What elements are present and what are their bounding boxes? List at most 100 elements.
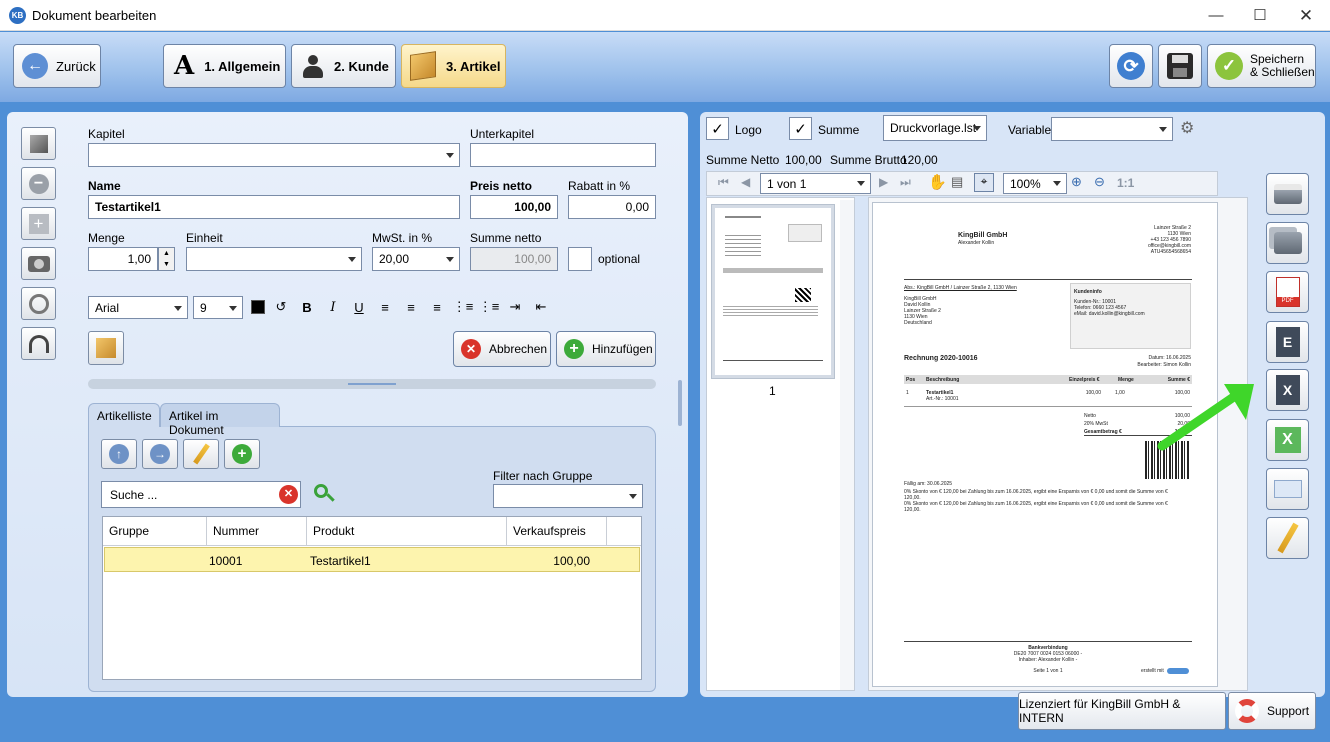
article-image-button[interactable] [88, 331, 124, 365]
align-left-button[interactable]: ≡ [374, 296, 396, 318]
select-tool-icon[interactable]: ▤ [951, 174, 963, 190]
support-headset-button[interactable] [21, 327, 56, 360]
name-input[interactable]: Testartikel1 [88, 195, 460, 219]
indent-button[interactable]: ⇥ [504, 296, 526, 318]
edit-document-button[interactable] [1266, 517, 1309, 559]
pdf-export-button[interactable]: PDF [1266, 271, 1309, 313]
menge-stepper[interactable]: ▲ ▼ [158, 247, 175, 271]
bold-button[interactable]: B [296, 296, 318, 318]
filter-label: Filter nach Gruppe [493, 469, 593, 483]
cancel-button[interactable]: ✕ Abbrechen [453, 331, 551, 367]
zoom-select[interactable]: 100% [1003, 173, 1067, 194]
search-input[interactable]: Suche ... [101, 481, 301, 508]
search-icon[interactable] [314, 484, 335, 502]
previous-page-icon[interactable]: ◀ [741, 175, 750, 189]
tab-artikel-im-dokument[interactable]: Artikel im Dokument [160, 403, 280, 437]
text-color-button[interactable] [247, 296, 269, 318]
minimize-button[interactable]: — [1193, 0, 1239, 31]
last-page-icon[interactable]: ⏭ [900, 175, 911, 190]
maximize-button[interactable]: ☐ [1237, 0, 1283, 31]
print-button[interactable] [1266, 173, 1309, 215]
column-header-nummer[interactable]: Nummer [207, 517, 307, 546]
preis-input[interactable]: 100,00 [470, 195, 558, 219]
hand-tool-icon[interactable]: ✋ [928, 173, 947, 191]
einheit-select[interactable] [186, 247, 362, 271]
tab-artikel[interactable]: 3. Artikel [401, 44, 506, 88]
table-row[interactable]: 10001 Testartikel1 100,00 [104, 547, 640, 572]
camera-button[interactable] [21, 247, 56, 280]
variable-select[interactable] [1051, 117, 1173, 141]
actual-size-button[interactable]: 1:1 [1117, 176, 1134, 190]
clear-search-icon[interactable]: ✕ [279, 485, 298, 504]
column-header-verkaufspreis[interactable]: Verkaufspreis [507, 517, 607, 546]
timer-button[interactable] [21, 287, 56, 320]
italic-button[interactable]: I [322, 296, 344, 318]
save-button[interactable] [1158, 44, 1202, 88]
move-up-button[interactable]: ↑ [101, 439, 137, 469]
zoom-in-icon[interactable]: ⊕ [1071, 174, 1082, 190]
outdent-button[interactable]: ⇤ [530, 296, 552, 318]
first-page-icon[interactable]: ⏮ [718, 175, 729, 190]
align-center-button[interactable]: ≡ [400, 296, 422, 318]
filter-group-select[interactable] [493, 484, 643, 508]
email-button[interactable] [1266, 468, 1309, 510]
column-header-gruppe[interactable]: Gruppe [103, 517, 207, 546]
thumbnail-scrollbar[interactable] [840, 200, 854, 690]
add-side-button[interactable]: + [21, 207, 56, 240]
mwst-select[interactable]: 20,00 [372, 247, 460, 271]
save-close-button[interactable]: ✓ Speichern & Schließen [1207, 44, 1316, 88]
invoice-mwst-label: 20% MwSt [1084, 421, 1108, 427]
zoom-box-icon[interactable]: ⌖ [974, 173, 994, 192]
gear-icon[interactable]: ⚙ [1180, 118, 1194, 138]
underline-button[interactable]: U [348, 296, 370, 318]
support-button[interactable]: Support [1228, 692, 1316, 730]
invoice-date: Datum: 16.06.2025 [1148, 355, 1191, 361]
logo-label: Logo [735, 123, 762, 137]
undo-format-button[interactable]: ↺ [270, 296, 292, 318]
panel-splitter-handle[interactable] [678, 380, 682, 426]
move-next-button[interactable]: → [142, 439, 178, 469]
xrechnung-export-button[interactable]: X [1266, 369, 1309, 411]
kapitel-select[interactable] [88, 143, 460, 167]
template-select[interactable]: Druckvorlage.lst [883, 115, 987, 141]
cell-nummer: 10001 [209, 554, 243, 568]
cell-verkaufspreis: 100,00 [553, 554, 590, 568]
underline-icon: U [354, 299, 364, 315]
excel-export-button[interactable]: X [1266, 419, 1309, 461]
column-header-produkt[interactable]: Produkt [307, 517, 507, 546]
invoice-row-pos: 1 [906, 390, 909, 396]
new-article-button[interactable]: + [224, 439, 260, 469]
page-select[interactable]: 1 von 1 [760, 173, 871, 194]
tab-artikelliste[interactable]: Artikelliste [88, 403, 160, 427]
page-thumbnail[interactable] [712, 205, 834, 378]
print-multiple-button[interactable] [1266, 222, 1309, 264]
logo-checkbox[interactable]: ✓ [706, 117, 729, 140]
add-button[interactable]: + Hinzufügen [556, 331, 656, 367]
font-select[interactable]: Arial [88, 296, 188, 319]
rabatt-input[interactable]: 0,00 [568, 195, 656, 219]
close-button[interactable]: ✕ [1283, 0, 1329, 31]
tab-kunde[interactable]: 2. Kunde [291, 44, 396, 88]
article-box-button[interactable] [21, 127, 56, 160]
font-size-select[interactable]: 9 [193, 296, 243, 319]
edit-article-button[interactable] [183, 439, 219, 469]
remove-button[interactable]: − [21, 167, 56, 200]
refresh-button[interactable]: ⟳ [1109, 44, 1153, 88]
x-invoice-icon: X [1275, 375, 1300, 405]
splitter[interactable] [88, 379, 656, 389]
menge-input[interactable]: 1,00 [88, 247, 158, 271]
bullet-list-button[interactable]: ⋮≡ [452, 296, 474, 318]
align-right-button[interactable]: ≡ [426, 296, 448, 318]
name-label: Name [88, 179, 121, 193]
e-invoice-export-button[interactable]: E [1266, 321, 1309, 363]
headset-icon [28, 334, 49, 353]
tab-allgemein[interactable]: A 1. Allgemein [163, 44, 286, 88]
back-button[interactable]: ← Zurück [13, 44, 101, 88]
summe-checkbox[interactable]: ✓ [789, 117, 812, 140]
next-page-icon[interactable]: ▶ [879, 175, 888, 189]
numbered-list-button[interactable]: ⋮≡ [478, 296, 500, 318]
color-swatch-icon [251, 300, 265, 314]
zoom-out-icon[interactable]: ⊖ [1094, 174, 1105, 190]
unterkapitel-input[interactable] [470, 143, 656, 167]
optional-checkbox[interactable] [568, 247, 592, 271]
